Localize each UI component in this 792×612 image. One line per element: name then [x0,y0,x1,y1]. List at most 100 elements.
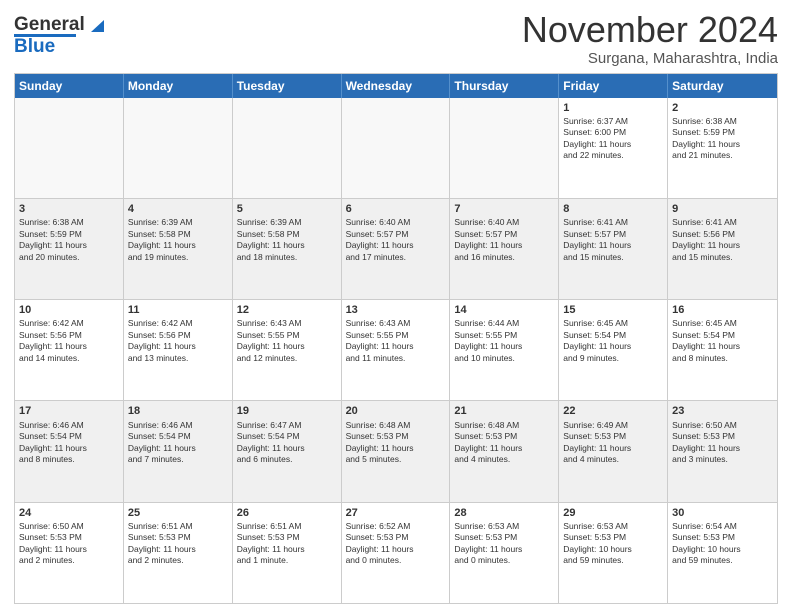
cal-cell: 26Sunrise: 6:51 AMSunset: 5:53 PMDayligh… [233,503,342,603]
day-number: 12 [237,303,337,317]
cell-text: Sunrise: 6:41 AMSunset: 5:57 PMDaylight:… [563,217,663,263]
cell-text: Sunrise: 6:48 AMSunset: 5:53 PMDaylight:… [346,420,446,466]
day-number: 17 [19,404,119,418]
logo-icon [86,16,104,34]
cal-cell: 27Sunrise: 6:52 AMSunset: 5:53 PMDayligh… [342,503,451,603]
logo-blue: Blue [14,36,55,58]
day-number: 24 [19,506,119,520]
day-number: 20 [346,404,446,418]
cal-cell: 6Sunrise: 6:40 AMSunset: 5:57 PMDaylight… [342,199,451,299]
cal-cell: 21Sunrise: 6:48 AMSunset: 5:53 PMDayligh… [450,401,559,501]
cell-text: Sunrise: 6:43 AMSunset: 5:55 PMDaylight:… [346,318,446,364]
cell-text: Sunrise: 6:50 AMSunset: 5:53 PMDaylight:… [19,521,119,567]
cal-header-cell: Tuesday [233,74,342,98]
cell-text: Sunrise: 6:42 AMSunset: 5:56 PMDaylight:… [19,318,119,364]
cal-cell [233,98,342,198]
cell-text: Sunrise: 6:54 AMSunset: 5:53 PMDaylight:… [672,521,773,567]
cal-cell: 5Sunrise: 6:39 AMSunset: 5:58 PMDaylight… [233,199,342,299]
cal-row: 24Sunrise: 6:50 AMSunset: 5:53 PMDayligh… [15,502,777,603]
cell-text: Sunrise: 6:38 AMSunset: 5:59 PMDaylight:… [19,217,119,263]
cal-cell: 9Sunrise: 6:41 AMSunset: 5:56 PMDaylight… [668,199,777,299]
cell-text: Sunrise: 6:41 AMSunset: 5:56 PMDaylight:… [672,217,773,263]
day-number: 10 [19,303,119,317]
cal-cell: 3Sunrise: 6:38 AMSunset: 5:59 PMDaylight… [15,199,124,299]
cal-row: 10Sunrise: 6:42 AMSunset: 5:56 PMDayligh… [15,299,777,400]
cal-cell: 17 Sunrise: 6:46 AMSunset: 5:54 PMDayligh… [15,401,124,501]
cell-text: Sunrise: 6:45 AMSunset: 5:54 PMDaylight:… [563,318,663,364]
cal-cell: 22 Sunrise: 6:49 AMSunset: 5:53 PMDayligh… [559,401,668,501]
day-number: 19 [237,404,337,418]
header: General Blue November 2024 Surgana, Maha… [14,10,778,67]
cell-text: Sunrise: 6:53 AMSunset: 5:53 PMDaylight:… [563,521,663,567]
cal-cell: 4Sunrise: 6:39 AMSunset: 5:58 PMDaylight… [124,199,233,299]
cell-text: Sunrise: 6:42 AMSunset: 5:56 PMDaylight:… [128,318,228,364]
day-number: 30 [672,506,773,520]
day-number: 21 [454,404,554,418]
day-number: 23 [672,404,773,418]
day-number: 5 [237,202,337,216]
cal-cell: 18Sunrise: 6:46 AMSunset: 5:54 PMDayligh… [124,401,233,501]
page: General Blue November 2024 Surgana, Maha… [0,0,792,612]
day-number: 14 [454,303,554,317]
location: Surgana, Maharashtra, India [522,50,778,67]
month-title: November 2024 [522,10,778,50]
cell-text: Sunrise: 6:43 AMSunset: 5:55 PMDaylight:… [237,318,337,364]
cal-cell: 7Sunrise: 6:40 AMSunset: 5:57 PMDaylight… [450,199,559,299]
cal-header-cell: Wednesday [342,74,451,98]
cal-row: 17 Sunrise: 6:46 AMSunset: 5:54 PMDayligh… [15,400,777,501]
cal-row: 3Sunrise: 6:38 AMSunset: 5:59 PMDaylight… [15,198,777,299]
calendar: SundayMondayTuesdayWednesdayThursdayFrid… [14,73,778,604]
cell-text: Sunrise: 6:50 AMSunset: 5:53 PMDaylight:… [672,420,773,466]
cal-header-cell: Saturday [668,74,777,98]
day-number: 4 [128,202,228,216]
cell-text: Sunrise: 6:46 AMSunset: 5:54 PMDaylight:… [19,420,119,466]
cal-cell: 2Sunrise: 6:38 AMSunset: 5:59 PMDaylight… [668,98,777,198]
day-number: 25 [128,506,228,520]
logo: General Blue [14,10,104,58]
cell-text: Sunrise: 6:37 AMSunset: 6:00 PMDaylight:… [563,116,663,162]
day-number: 1 [563,101,663,115]
day-number: 27 [346,506,446,520]
cal-cell: 16Sunrise: 6:45 AMSunset: 5:54 PMDayligh… [668,300,777,400]
cal-cell: 12Sunrise: 6:43 AMSunset: 5:55 PMDayligh… [233,300,342,400]
cell-text: Sunrise: 6:40 AMSunset: 5:57 PMDaylight:… [346,217,446,263]
cal-cell: 13Sunrise: 6:43 AMSunset: 5:55 PMDayligh… [342,300,451,400]
day-number: 16 [672,303,773,317]
cell-text: Sunrise: 6:51 AMSunset: 5:53 PMDaylight:… [237,521,337,567]
cal-cell: 29Sunrise: 6:53 AMSunset: 5:53 PMDayligh… [559,503,668,603]
day-number: 6 [346,202,446,216]
day-number: 22 [563,404,663,418]
cell-text: Sunrise: 6:40 AMSunset: 5:57 PMDaylight:… [454,217,554,263]
day-number: 9 [672,202,773,216]
cal-cell: 20 Sunrise: 6:48 AMSunset: 5:53 PMDayligh… [342,401,451,501]
calendar-body: 1Sunrise: 6:37 AMSunset: 6:00 PMDaylight… [15,98,777,603]
cal-row: 1Sunrise: 6:37 AMSunset: 6:00 PMDaylight… [15,98,777,198]
cal-cell: 23 Sunrise: 6:50 AMSunset: 5:53 PMDayligh… [668,401,777,501]
cal-cell [342,98,451,198]
day-number: 26 [237,506,337,520]
cal-cell [124,98,233,198]
day-number: 18 [128,404,228,418]
title-area: November 2024 Surgana, Maharashtra, Indi… [522,10,778,67]
day-number: 3 [19,202,119,216]
cal-cell: 28Sunrise: 6:53 AMSunset: 5:53 PMDayligh… [450,503,559,603]
cell-text: Sunrise: 6:47 AMSunset: 5:54 PMDaylight:… [237,420,337,466]
day-number: 11 [128,303,228,317]
cell-text: Sunrise: 6:39 AMSunset: 5:58 PMDaylight:… [128,217,228,263]
cal-cell: 30Sunrise: 6:54 AMSunset: 5:53 PMDayligh… [668,503,777,603]
cell-text: Sunrise: 6:53 AMSunset: 5:53 PMDaylight:… [454,521,554,567]
cell-text: Sunrise: 6:49 AMSunset: 5:53 PMDaylight:… [563,420,663,466]
day-number: 13 [346,303,446,317]
day-number: 8 [563,202,663,216]
cal-cell [450,98,559,198]
cell-text: Sunrise: 6:45 AMSunset: 5:54 PMDaylight:… [672,318,773,364]
cell-text: Sunrise: 6:38 AMSunset: 5:59 PMDaylight:… [672,116,773,162]
day-number: 7 [454,202,554,216]
cell-text: Sunrise: 6:39 AMSunset: 5:58 PMDaylight:… [237,217,337,263]
day-number: 28 [454,506,554,520]
cal-cell: 14Sunrise: 6:44 AMSunset: 5:55 PMDayligh… [450,300,559,400]
logo-general: General [14,14,85,36]
cal-cell: 15Sunrise: 6:45 AMSunset: 5:54 PMDayligh… [559,300,668,400]
cal-cell: 25Sunrise: 6:51 AMSunset: 5:53 PMDayligh… [124,503,233,603]
cal-cell: 11Sunrise: 6:42 AMSunset: 5:56 PMDayligh… [124,300,233,400]
